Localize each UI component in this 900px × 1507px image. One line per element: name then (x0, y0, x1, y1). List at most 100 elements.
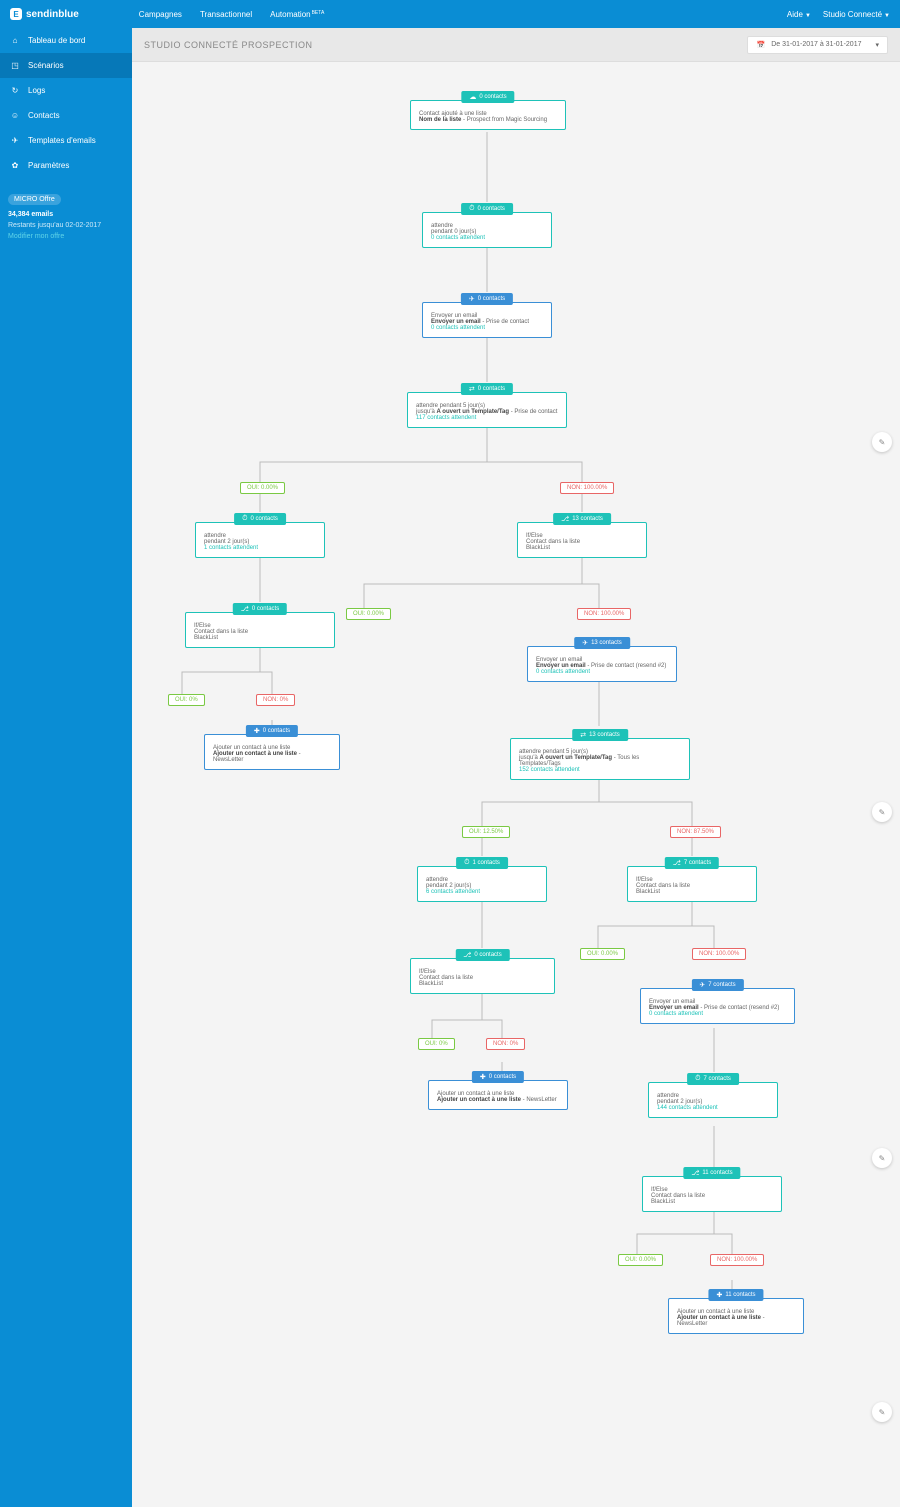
clock-icon: ⏱ (469, 205, 474, 213)
clock-icon: ⏱ (695, 1075, 700, 1083)
node-wait-2-left[interactable]: ⏱0 contacts attendrependant 2 jour(s)1 c… (195, 522, 325, 558)
branch-icon: ⇄ (469, 385, 475, 393)
node-add-contact-final[interactable]: ✚11 contacts Ajouter un contact à une li… (668, 1298, 804, 1334)
branch-no: NON: 0% (486, 1038, 525, 1050)
help-menu[interactable]: Aide▼ (787, 10, 811, 19)
page-header: STUDIO CONNECTÉ PROSPECTION 📅 De 31-01-2… (132, 28, 900, 62)
node-wait-2-right[interactable]: ⏱7 contacts attendrependant 2 jour(s)144… (648, 1082, 778, 1118)
edit-fab-4[interactable]: ✎ (872, 1402, 892, 1422)
pencil-icon: ✎ (879, 438, 886, 447)
top-nav: Campagnes Transactionnel AutomationBETA (139, 10, 325, 19)
logs-icon: ↻ (10, 86, 20, 95)
sidebar-params[interactable]: ✿Paramètres (0, 153, 132, 178)
sidebar: ⌂Tableau de bord ◳Scénarios ↻Logs ☺Conta… (0, 28, 132, 1507)
branch-yes: OUI: 12.50% (462, 826, 510, 838)
page-title: STUDIO CONNECTÉ PROSPECTION (144, 40, 313, 50)
plus-icon: ✚ (254, 727, 260, 735)
node-wait-5-right[interactable]: ⇄13 contacts attendre pendant 5 jour(s)j… (510, 738, 690, 780)
branch-no: NON: 0% (256, 694, 295, 706)
connectors (132, 62, 900, 1507)
pill: ✈0 contacts (461, 293, 513, 305)
plus-icon: ✚ (480, 1073, 486, 1081)
send-icon: ✈ (582, 639, 588, 647)
node-send-email-1[interactable]: ✈0 contacts Envoyer un emailEnvoyer un e… (422, 302, 552, 338)
sidebar-templates[interactable]: ✈Templates d'emails (0, 128, 132, 153)
edit-fab-3[interactable]: ✎ (872, 1148, 892, 1168)
pill: ⎇0 contacts (233, 603, 287, 615)
gear-icon: ✿ (10, 161, 20, 170)
cloud-icon: ☁ (469, 93, 476, 101)
pill: ⎇13 contacts (553, 513, 611, 525)
branch-yes: OUI: 0.00% (346, 608, 391, 620)
branch-yes: OUI: 0.00% (580, 948, 625, 960)
contacts-icon: ☺ (10, 111, 20, 120)
calendar-icon: 📅 (756, 41, 765, 49)
pill: ✚0 contacts (472, 1071, 524, 1083)
node-ifelse-17[interactable]: ⎇11 contacts If/ElseContact dans la list… (642, 1176, 782, 1212)
branch-yes: OUI: 0.00% (240, 482, 285, 494)
sidebar-contacts[interactable]: ☺Contacts (0, 103, 132, 128)
dashboard-icon: ⌂ (10, 36, 20, 45)
sidebar-logs[interactable]: ↻Logs (0, 78, 132, 103)
branch-icon: ⎇ (691, 1169, 699, 1177)
pill: ⏱0 contacts (234, 513, 286, 525)
plan-modify-link[interactable]: Modifier mon offre (8, 233, 64, 240)
node-wait-0[interactable]: ⏱0 contacts attendrependant 0 jour(s)0 c… (422, 212, 552, 248)
plus-icon: ✚ (716, 1291, 722, 1299)
pill: ⏱7 contacts (687, 1073, 739, 1085)
node-send-email-2[interactable]: ✈13 contacts Envoyer un emailEnvoyer un … (527, 646, 677, 682)
sidebar-scenarios[interactable]: ◳Scénarios (0, 53, 132, 78)
node-add-contact-mid[interactable]: ✚0 contacts Ajouter un contact à une lis… (428, 1080, 568, 1110)
account-menu[interactable]: Studio Connecté▼ (823, 10, 890, 19)
pill: ✈13 contacts (574, 637, 630, 649)
pill: ✚11 contacts (708, 1289, 763, 1301)
edit-fab-2[interactable]: ✎ (872, 802, 892, 822)
plan-emails: 34,384 emails (8, 211, 53, 218)
branch-yes: OUI: 0% (418, 1038, 455, 1050)
chevron-down-icon: ▼ (884, 13, 890, 19)
pill: ⏱0 contacts (461, 203, 513, 215)
node-add-contact-left[interactable]: ✚0 contacts Ajouter un contact à une lis… (204, 734, 340, 770)
edit-fab-1[interactable]: ✎ (872, 432, 892, 452)
flow-canvas[interactable]: ☁0 contacts Contact ajouté à une listeNo… (132, 62, 900, 1507)
pill: ⇄13 contacts (572, 729, 628, 741)
node-ifelse-right[interactable]: ⎇13 contacts If/ElseContact dans la list… (517, 522, 647, 558)
pill: ✚0 contacts (246, 725, 298, 737)
branch-yes: OUI: 0.00% (618, 1254, 663, 1266)
sidebar-dashboard[interactable]: ⌂Tableau de bord (0, 28, 132, 53)
main: STUDIO CONNECTÉ PROSPECTION 📅 De 31-01-2… (132, 28, 900, 1507)
nav-campagnes[interactable]: Campagnes (139, 10, 182, 19)
branch-icon: ⎇ (241, 605, 249, 613)
topbar: E sendinblue Campagnes Transactionnel Au… (0, 0, 900, 28)
pill: ⎇0 contacts (455, 949, 509, 961)
logo[interactable]: E sendinblue (10, 8, 79, 20)
node-send-email-3[interactable]: ✈7 contacts Envoyer un emailEnvoyer un e… (640, 988, 795, 1024)
branch-no: NON: 100.00% (692, 948, 746, 960)
branch-no: NON: 100.00% (710, 1254, 764, 1266)
date-range-picker[interactable]: 📅 De 31-01-2017 à 31-01-2017 ▾ (747, 36, 888, 54)
pencil-icon: ✎ (879, 808, 886, 817)
pencil-icon: ✎ (879, 1408, 886, 1417)
node-ifelse-13[interactable]: ⎇0 contacts If/ElseContact dans la liste… (410, 958, 555, 994)
date-range-text: De 31-01-2017 à 31-01-2017 (771, 41, 861, 48)
clock-icon: ⏱ (464, 859, 469, 867)
branch-yes: OUI: 0% (168, 694, 205, 706)
node-contact-added[interactable]: ☁0 contacts Contact ajouté à une listeNo… (410, 100, 566, 130)
node-wait-5-days[interactable]: ⇄0 contacts attendre pendant 5 jour(s)ju… (407, 392, 567, 428)
branch-icon: ⎇ (561, 515, 569, 523)
nav-automation[interactable]: AutomationBETA (270, 10, 324, 19)
chevron-down-icon: ▼ (805, 13, 811, 19)
templates-icon: ✈ (10, 136, 20, 145)
send-icon: ✈ (469, 295, 475, 303)
nav-transactionnel[interactable]: Transactionnel (200, 10, 252, 19)
pill: ⏱1 contacts (456, 857, 508, 869)
branch-no: NON: 100.00% (577, 608, 631, 620)
pill: ⇄0 contacts (461, 383, 513, 395)
node-ifelse-left[interactable]: ⎇0 contacts If/ElseContact dans la liste… (185, 612, 335, 648)
node-wait-2-mid[interactable]: ⏱1 contacts attendrependant 2 jour(s)6 c… (417, 866, 547, 902)
node-ifelse-12[interactable]: ⎇7 contacts If/ElseContact dans la liste… (627, 866, 757, 902)
branch-no: NON: 87.50% (670, 826, 721, 838)
branch-icon: ⎇ (463, 951, 471, 959)
chevron-down-icon: ▾ (875, 41, 879, 49)
pill: ☁0 contacts (461, 91, 514, 103)
